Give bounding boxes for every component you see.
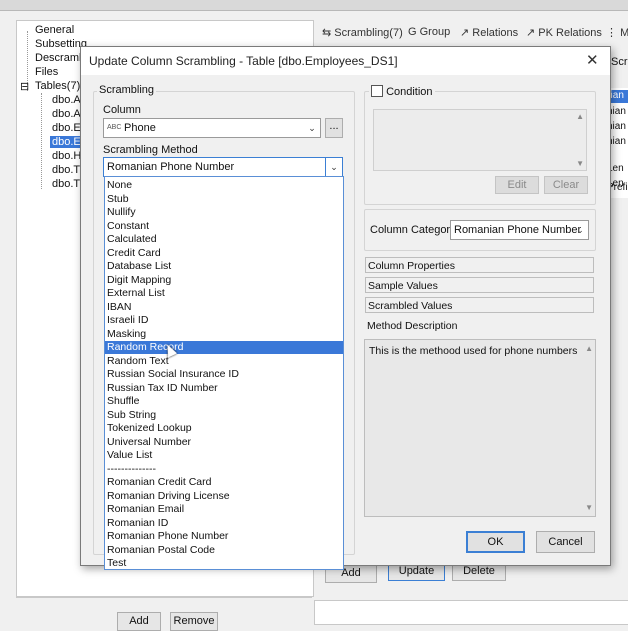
top-strip bbox=[0, 0, 628, 11]
tab-relations[interactable]: ↗ Relations bbox=[460, 26, 518, 39]
method-option[interactable]: Israeli ID bbox=[105, 314, 343, 327]
dialog-title: Update Column Scrambling - Table [dbo.Em… bbox=[89, 54, 398, 68]
scroll-up-icon[interactable]: ▲ bbox=[576, 112, 584, 121]
tree-item-files[interactable]: Files bbox=[35, 66, 58, 78]
condition-textbox[interactable]: ▲ ▼ bbox=[373, 109, 587, 171]
method-option[interactable]: IBAN bbox=[105, 301, 343, 314]
scrambled-values-section[interactable]: Scrambled Values bbox=[365, 297, 594, 313]
tree-item-general[interactable]: General bbox=[35, 24, 74, 36]
dialog-titlebar: Update Column Scrambling - Table [dbo.Em… bbox=[81, 47, 610, 75]
method-option[interactable]: Digit Mapping bbox=[105, 274, 343, 287]
method-option[interactable]: Russian Tax ID Number bbox=[105, 382, 343, 395]
tab-more[interactable]: ⋮ Ma bbox=[606, 26, 628, 39]
chevron-down-icon: ⌄ bbox=[325, 158, 342, 176]
method-option[interactable]: Credit Card bbox=[105, 247, 343, 260]
tab-scrambling[interactable]: ⇆ Scrambling(7) bbox=[322, 26, 403, 39]
column-category-combobox[interactable]: Romanian Phone Number ⌄ bbox=[450, 220, 589, 240]
tab-label: Group bbox=[419, 26, 451, 38]
column-value: Phone bbox=[124, 122, 156, 134]
condition-label: Condition bbox=[386, 86, 433, 98]
bottom-panel: Add Remove bbox=[16, 597, 312, 631]
method-option[interactable]: Random Text bbox=[105, 355, 343, 368]
chevron-down-icon: ⌄ bbox=[308, 123, 316, 133]
method-option[interactable]: External List bbox=[105, 287, 343, 300]
method-option[interactable]: Romanian ID bbox=[105, 517, 343, 530]
ok-button[interactable]: OK bbox=[466, 531, 525, 553]
method-option[interactable]: Random Record bbox=[105, 341, 343, 354]
scrambling-method-label: Scrambling Method bbox=[103, 144, 198, 156]
method-option[interactable]: Database List bbox=[105, 260, 343, 273]
tree-item-tables[interactable]: Tables(7) bbox=[35, 80, 80, 92]
tab-label: Relations bbox=[472, 27, 519, 39]
scroll-down-icon[interactable]: ▼ bbox=[576, 159, 584, 168]
column-category-label: Column Category bbox=[370, 224, 456, 236]
condition-checkbox[interactable] bbox=[371, 85, 383, 97]
close-icon[interactable]: ✕ bbox=[586, 51, 599, 69]
column-properties-section[interactable]: Column Properties bbox=[365, 257, 594, 273]
tab-pk-relations[interactable]: ↗ PK Relations bbox=[526, 26, 602, 39]
method-option[interactable]: Nullify bbox=[105, 206, 343, 219]
method-option[interactable]: Shuffle bbox=[105, 395, 343, 408]
method-option[interactable]: -------------- bbox=[105, 463, 343, 476]
side-tab-label[interactable]: Scra bbox=[611, 56, 628, 68]
scrambling-method-value: Romanian Phone Number bbox=[107, 161, 235, 173]
method-option[interactable]: Romanian Credit Card bbox=[105, 476, 343, 489]
method-option[interactable]: Masking bbox=[105, 328, 343, 341]
method-option[interactable]: Romanian Phone Number bbox=[105, 530, 343, 543]
edit-condition-button[interactable]: Edit bbox=[495, 176, 539, 194]
collapse-icon[interactable]: ⊟ bbox=[20, 80, 29, 93]
column-label: Column bbox=[103, 104, 141, 116]
column-combobox[interactable]: ABC Phone ⌄ bbox=[103, 118, 321, 138]
sample-values-section[interactable]: Sample Values bbox=[365, 277, 594, 293]
method-option[interactable]: Constant bbox=[105, 220, 343, 233]
tree-connector bbox=[41, 93, 42, 189]
browse-column-button[interactable]: ... bbox=[325, 118, 343, 138]
scrambling-method-dropdown: None Stub Nullify Constant Calculated Credit … bbox=[104, 176, 344, 570]
clear-condition-button[interactable]: Clear bbox=[544, 176, 588, 194]
method-option[interactable]: Sub String bbox=[105, 409, 343, 422]
add-table-button[interactable]: Add bbox=[117, 612, 161, 631]
method-option[interactable]: Tokenized Lookup bbox=[105, 422, 343, 435]
method-option[interactable]: Calculated bbox=[105, 233, 343, 246]
method-option[interactable]: Romanian Postal Code bbox=[105, 544, 343, 557]
bottom-right-panel bbox=[314, 600, 628, 625]
method-description-text: This is the methood used for phone numbe… bbox=[369, 345, 578, 357]
tab-group[interactable]: G Group bbox=[408, 26, 450, 38]
method-option[interactable]: Test bbox=[105, 557, 343, 570]
scrambling-method-combobox[interactable]: Romanian Phone Number ⌄ bbox=[103, 157, 343, 177]
method-option[interactable]: Universal Number bbox=[105, 436, 343, 449]
text-type-icon: ABC bbox=[107, 124, 122, 131]
cancel-button[interactable]: Cancel bbox=[536, 531, 595, 553]
method-option[interactable]: Stub bbox=[105, 193, 343, 206]
method-option[interactable]: Romanian Driving License bbox=[105, 490, 343, 503]
scroll-down-icon[interactable]: ▼ bbox=[585, 503, 593, 512]
column-category-value: Romanian Phone Number bbox=[454, 224, 582, 236]
scrambling-group-title: Scrambling bbox=[97, 84, 157, 96]
update-column-scrambling-dialog: Update Column Scrambling - Table [dbo.Em… bbox=[80, 46, 611, 570]
chevron-down-icon: ⌄ bbox=[576, 225, 584, 235]
tab-label: Ma bbox=[620, 27, 628, 39]
tab-label: PK Relations bbox=[538, 27, 602, 39]
method-option[interactable]: Romanian Email bbox=[105, 503, 343, 516]
remove-table-button[interactable]: Remove bbox=[170, 612, 218, 631]
tab-label: Scrambling(7) bbox=[334, 27, 403, 39]
method-option[interactable]: None bbox=[105, 179, 343, 192]
method-description-header: Method Description bbox=[365, 318, 594, 334]
method-option[interactable]: Russian Social Insurance ID bbox=[105, 368, 343, 381]
method-option[interactable]: Value List bbox=[105, 449, 343, 462]
background-tab-bar: ⇆ Scrambling(7) G Group ↗ Relations ↗ PK… bbox=[316, 22, 628, 44]
method-description-box: This is the methood used for phone numbe… bbox=[364, 339, 596, 517]
condition-toggle[interactable]: Condition bbox=[369, 85, 435, 98]
scroll-up-icon[interactable]: ▲ bbox=[585, 344, 593, 353]
